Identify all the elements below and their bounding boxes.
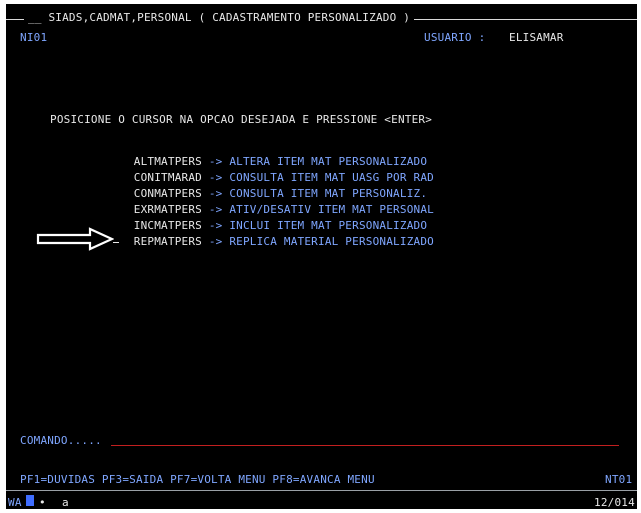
option-arrow: -> — [208, 203, 223, 216]
option-code: CONITMARAD — [133, 171, 202, 184]
function-right-id: NT01 — [605, 473, 633, 486]
menu-option[interactable]: EXRMATPERS -> ATIV/DESATIV ITEM MAT PERS… — [120, 203, 434, 219]
status-left: WA — [8, 496, 22, 509]
option-code: REPMATPERS — [133, 235, 202, 248]
option-arrow: -> — [208, 171, 223, 184]
status-position: 12/014 — [594, 496, 635, 509]
option-arrow: -> — [208, 187, 223, 200]
option-description: CONSULTA ITEM MAT PERSONALIZ. — [229, 187, 428, 200]
terminal-id: NI01 — [20, 31, 48, 44]
status-bar: WA • a 12/014 — [6, 494, 637, 509]
comando-underline — [111, 445, 619, 446]
option-arrow: -> — [208, 219, 223, 232]
menu-option[interactable]: CONMATPERS -> CONSULTA ITEM MAT PERSONAL… — [120, 187, 434, 203]
screen-title: __ SIADS,CADMAT,PERSONAL ( CADASTRAMENTO… — [24, 11, 415, 24]
menu-option-selected[interactable]: INCMATPERS -> INCLUI ITEM MAT PERSONALIZ… — [120, 219, 434, 235]
option-code: CONMATPERS — [133, 187, 202, 200]
status-mid: a — [62, 496, 69, 509]
instruction-text: POSICIONE O CURSOR NA OPCAO DESEJADA E P… — [50, 113, 433, 126]
option-description: REPLICA MATERIAL PERSONALIZADO — [229, 235, 434, 248]
cursor-block-icon — [26, 495, 34, 506]
option-arrow: -> — [208, 155, 223, 168]
option-description: ATIV/DESATIV ITEM MAT PERSONAL — [229, 203, 434, 216]
status-rule — [6, 490, 637, 491]
option-description: ALTERA ITEM MAT PERSONALIZADO — [229, 155, 428, 168]
option-code: ALTMATPERS — [133, 155, 202, 168]
option-description: CONSULTA ITEM MAT UASG POR RAD — [229, 171, 434, 184]
options-menu: ALTMATPERS -> ALTERA ITEM MAT PERSONALIZ… — [120, 155, 434, 251]
option-code: EXRMATPERS — [133, 203, 202, 216]
menu-option[interactable]: ALTMATPERS -> ALTERA ITEM MAT PERSONALIZ… — [120, 155, 434, 171]
menu-option[interactable]: CONITMARAD -> CONSULTA ITEM MAT UASG POR… — [120, 171, 434, 187]
menu-option[interactable]: REPMATPERS -> REPLICA MATERIAL PERSONALI… — [120, 235, 434, 251]
usuario-label: USUARIO : — [424, 31, 486, 44]
field-cursor — [113, 242, 119, 243]
option-description: INCLUI ITEM MAT PERSONALIZADO — [229, 219, 428, 232]
option-arrow: -> — [208, 235, 223, 248]
usuario-value: ELISAMAR — [509, 31, 564, 44]
option-code: INCMATPERS — [133, 219, 202, 232]
status-dot: • — [39, 496, 46, 509]
function-keys: PF1=DUVIDAS PF3=SAIDA PF7=VOLTA MENU PF8… — [20, 473, 375, 486]
right-arrow-icon — [36, 227, 114, 251]
terminal-screen: __ SIADS,CADMAT,PERSONAL ( CADASTRAMENTO… — [6, 4, 637, 509]
comando-label: COMANDO..... — [20, 434, 102, 447]
